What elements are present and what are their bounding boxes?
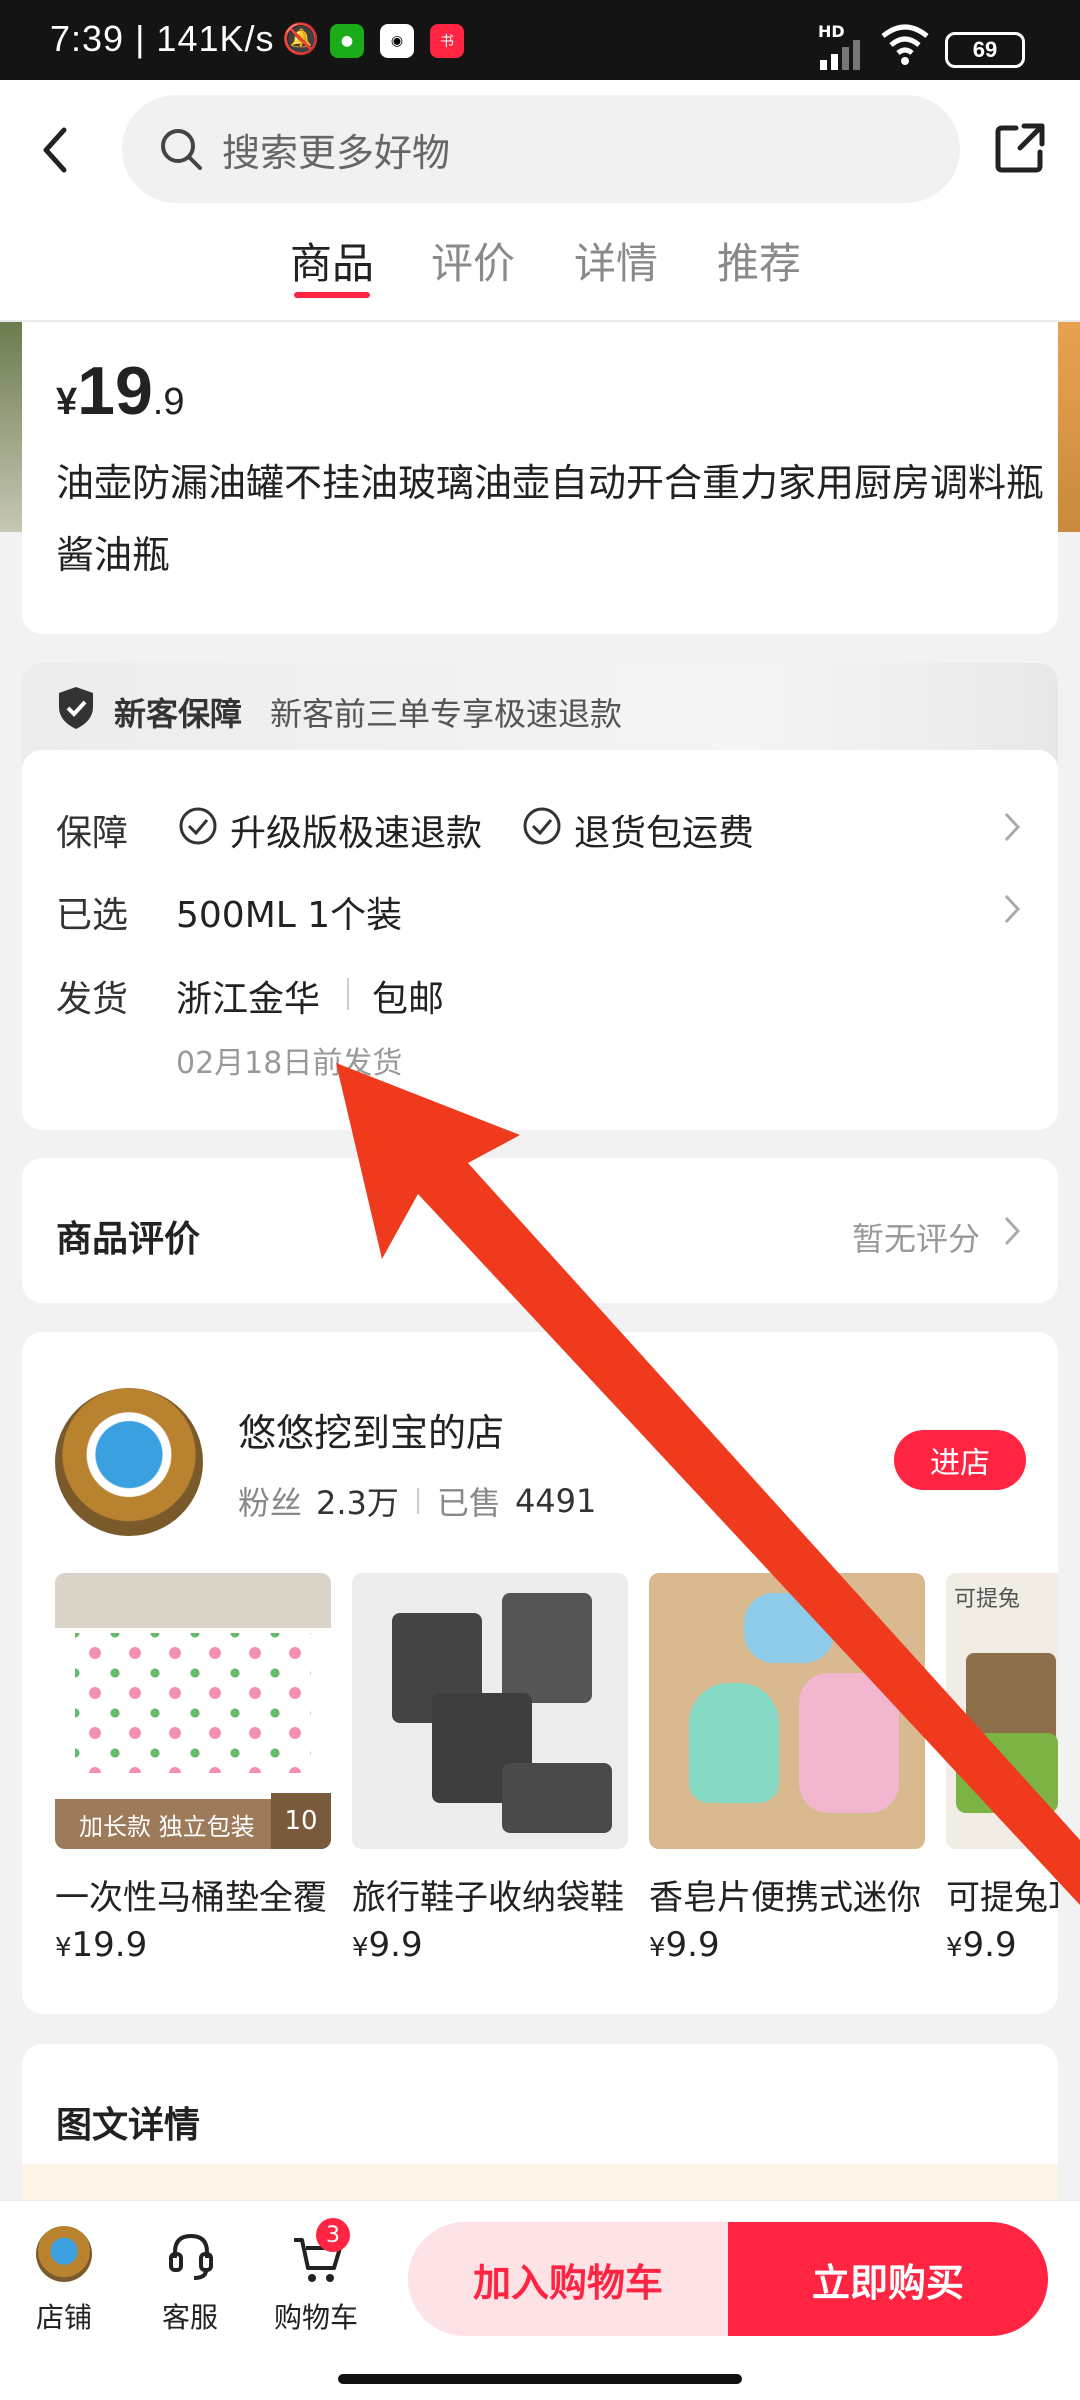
buy-now-label: 立即购买 — [811, 2260, 964, 2305]
service-tab-label: 客服 — [161, 2301, 218, 2334]
cart-tab[interactable]: 3 购物车 — [256, 2218, 376, 2356]
store-tab-label: 店铺 — [35, 2301, 92, 2334]
headset-icon — [169, 2233, 213, 2280]
red-arrow-annotation — [336, 1063, 1080, 1905]
store-avatar-small — [36, 2226, 92, 2282]
cart-count: 3 — [326, 2222, 340, 2248]
add-to-cart-label: 加入购物车 — [472, 2260, 663, 2305]
add-to-cart-button[interactable]: 加入购物车 — [408, 2222, 728, 2336]
cart-count-badge: 3 — [316, 2218, 350, 2252]
store-tab[interactable]: 店铺 — [4, 2226, 124, 2356]
buy-now-button[interactable]: 立即购买 — [728, 2222, 1048, 2336]
home-indicator[interactable] — [338, 2374, 742, 2384]
cart-tab-label: 购物车 — [273, 2301, 358, 2334]
service-tab[interactable]: 客服 — [130, 2226, 250, 2356]
